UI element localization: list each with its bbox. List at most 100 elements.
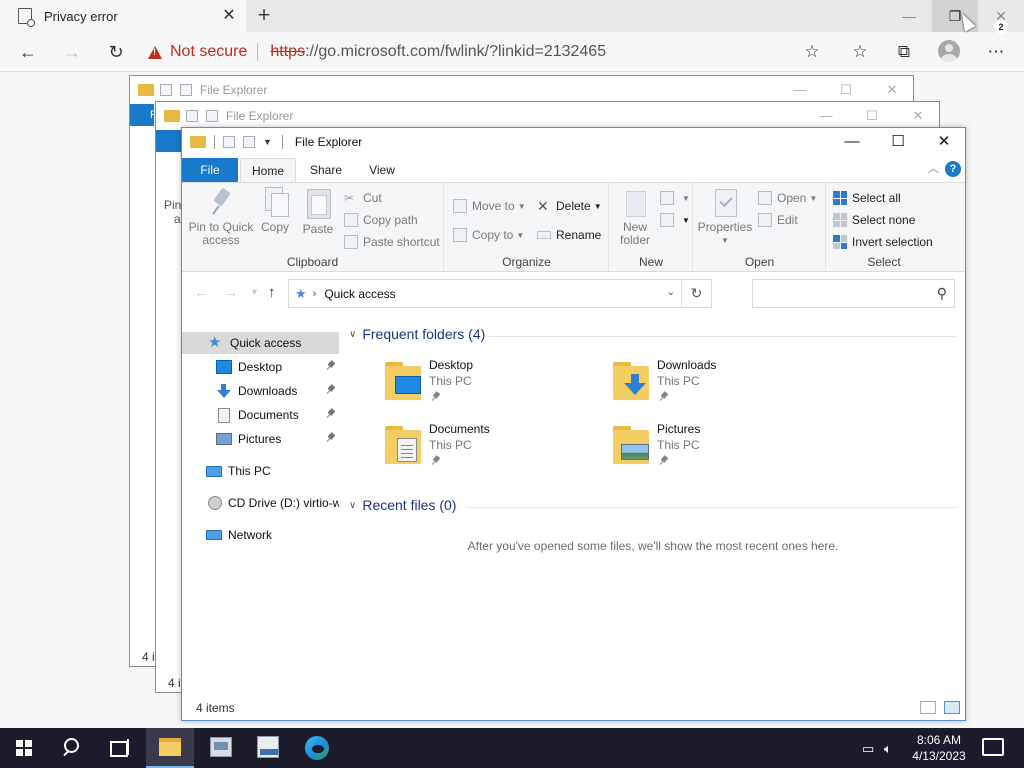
- search-input[interactable]: ⚲: [752, 279, 955, 308]
- frequent-folders-header[interactable]: ∨ Frequent folders (4): [349, 326, 485, 342]
- bg-file-tab[interactable]: F: [130, 104, 157, 126]
- dropdown-arrow-icon: ▼: [682, 193, 690, 203]
- copy-button[interactable]: Copy: [258, 187, 292, 234]
- tab-view[interactable]: View: [354, 158, 410, 182]
- address-bar[interactable]: Not secure https ://go.microsoft.com/fwl…: [148, 38, 836, 66]
- taskbar-edge-button[interactable]: [292, 728, 340, 768]
- volume-muted-icon[interactable]: 🔈︎: [884, 741, 892, 757]
- collections-icon[interactable]: ⧉: [890, 38, 918, 66]
- cut-button[interactable]: ✂ Cut: [344, 191, 382, 205]
- bg-minimize-button[interactable]: —: [778, 76, 822, 104]
- move-to-button[interactable]: Move to ▼: [453, 199, 526, 213]
- tab-share[interactable]: Share: [298, 158, 354, 182]
- paste-button[interactable]: Paste: [298, 187, 338, 236]
- bg-minimize-button[interactable]: —: [804, 102, 848, 130]
- easy-access-button[interactable]: ▼: [660, 213, 690, 227]
- profile-avatar-icon[interactable]: [938, 40, 960, 62]
- task-view-icon[interactable]: [96, 728, 144, 768]
- back-arrow-icon[interactable]: ←: [194, 284, 208, 300]
- paste-shortcut-button[interactable]: Paste shortcut: [344, 235, 440, 249]
- dropdown-arrow-icon: ▼: [809, 193, 818, 203]
- favorite-star-icon[interactable]: ☆: [798, 38, 826, 66]
- bg-maximize-button[interactable]: ☐: [850, 102, 894, 130]
- collapse-ribbon-icon[interactable]: ︿: [928, 160, 939, 176]
- rename-button[interactable]: Rename: [537, 228, 601, 242]
- maximize-button[interactable]: ☐: [875, 128, 921, 156]
- recent-locations-icon[interactable]: ▼: [250, 287, 259, 297]
- pin-icon: [327, 433, 335, 441]
- bg-maximize-button[interactable]: ☐: [824, 76, 868, 104]
- refresh-button[interactable]: ↻: [102, 38, 130, 66]
- nav-item-documents[interactable]: Documents: [182, 404, 339, 426]
- dropdown-arrow-icon: ▼: [721, 236, 729, 245]
- explorer-address-bar[interactable]: ★ › Quick access ⌄ ↻: [288, 279, 712, 308]
- tab-home[interactable]: Home: [240, 158, 296, 183]
- folder-tile-pictures[interactable]: Pictures This PC: [611, 422, 831, 478]
- select-all-button[interactable]: Select all: [833, 191, 901, 205]
- new-folder-qa-icon: [180, 84, 192, 96]
- edit-button[interactable]: Edit: [758, 213, 798, 227]
- bg-close-button[interactable]: ✕: [896, 102, 940, 130]
- tab-file[interactable]: File: [182, 158, 238, 182]
- minimize-button[interactable]: —: [829, 128, 875, 156]
- more-menu-icon[interactable]: ⋯: [982, 38, 1010, 66]
- delete-button[interactable]: ✕ Delete ▼: [537, 199, 602, 213]
- favorites-icon[interactable]: ☆: [846, 38, 874, 66]
- large-icons-view-icon[interactable]: [944, 701, 960, 714]
- details-view-icon[interactable]: [920, 701, 936, 714]
- new-tab-button[interactable]: +: [252, 4, 276, 28]
- back-button[interactable]: ←: [14, 38, 42, 66]
- breadcrumb-location[interactable]: Quick access: [324, 287, 395, 301]
- browser-minimize-button[interactable]: —: [886, 0, 932, 32]
- forward-arrow-icon[interactable]: →: [224, 284, 238, 300]
- forward-button[interactable]: →: [58, 38, 86, 66]
- select-none-button[interactable]: Select none: [833, 213, 915, 227]
- action-center-icon[interactable]: [982, 738, 1004, 756]
- new-item-button[interactable]: ▼: [660, 191, 690, 205]
- bg-close-button[interactable]: ✕: [870, 76, 914, 104]
- pin-to-quick-access-button[interactable]: Pin to Quick access: [188, 187, 254, 247]
- new-folder-button[interactable]: New folder: [616, 187, 654, 247]
- breadcrumb-chevron-icon[interactable]: ›: [313, 288, 317, 300]
- folder-location: This PC: [657, 374, 700, 388]
- network-tray-icon[interactable]: ▭: [862, 741, 874, 757]
- open-button[interactable]: Open ▼: [758, 191, 817, 205]
- nav-item-quick-access[interactable]: Quick access: [182, 332, 339, 354]
- help-icon[interactable]: ?: [945, 161, 961, 177]
- up-arrow-icon[interactable]: ↑: [268, 284, 276, 301]
- taskbar-clock[interactable]: 8:06 AM 4/13/2023: [906, 732, 972, 764]
- windows-start-icon[interactable]: [16, 740, 32, 756]
- folder-tile-downloads[interactable]: Downloads This PC: [611, 358, 831, 414]
- security-status[interactable]: Not secure: [170, 43, 247, 61]
- taskbar-server-manager-button[interactable]: [196, 728, 244, 768]
- taskbar-file-explorer-button[interactable]: [146, 728, 194, 768]
- refresh-icon[interactable]: ↻: [681, 280, 711, 307]
- properties-qa-icon[interactable]: [223, 136, 235, 148]
- bg-file-tab[interactable]: [156, 130, 182, 152]
- taskbar-powershell-button[interactable]: [244, 728, 292, 768]
- dropdown-arrow-icon: ▼: [593, 201, 602, 211]
- nav-item-pictures[interactable]: Pictures: [182, 428, 339, 450]
- browser-tab[interactable]: Privacy error ✕: [0, 0, 246, 32]
- address-history-dropdown-icon[interactable]: ⌄: [667, 287, 675, 298]
- documents-folder-icon: [383, 426, 423, 464]
- tab-close-button[interactable]: ✕: [220, 7, 238, 25]
- folder-name: Pictures: [657, 422, 701, 436]
- customize-qa-dropdown-icon[interactable]: ▼: [263, 137, 272, 147]
- file-explorer-window[interactable]: ▼ File Explorer — ☐ ✕ File Home Share Vi…: [181, 127, 966, 721]
- recent-files-header[interactable]: ∨ Recent files (0): [349, 497, 456, 513]
- close-button[interactable]: ✕: [921, 128, 967, 156]
- folder-tile-documents[interactable]: Documents This PC: [383, 422, 603, 478]
- nav-item-downloads[interactable]: Downloads: [182, 380, 339, 402]
- invert-selection-button[interactable]: Invert selection: [833, 235, 933, 249]
- properties-button[interactable]: Properties ▼: [696, 187, 754, 247]
- copy-to-button[interactable]: Copy to ▼: [453, 228, 524, 242]
- nav-item-desktop[interactable]: Desktop: [182, 356, 339, 378]
- folder-tile-desktop[interactable]: Desktop This PC: [383, 358, 603, 414]
- copy-path-button[interactable]: Copy path: [344, 213, 418, 227]
- new-folder-qa-icon[interactable]: [243, 136, 255, 148]
- nav-item-network[interactable]: Network: [182, 524, 339, 546]
- taskbar-search-icon[interactable]: [48, 728, 96, 768]
- nav-item-cd-drive[interactable]: CD Drive (D:) virtio-w: [182, 492, 339, 514]
- nav-item-this-pc[interactable]: This PC: [182, 460, 339, 482]
